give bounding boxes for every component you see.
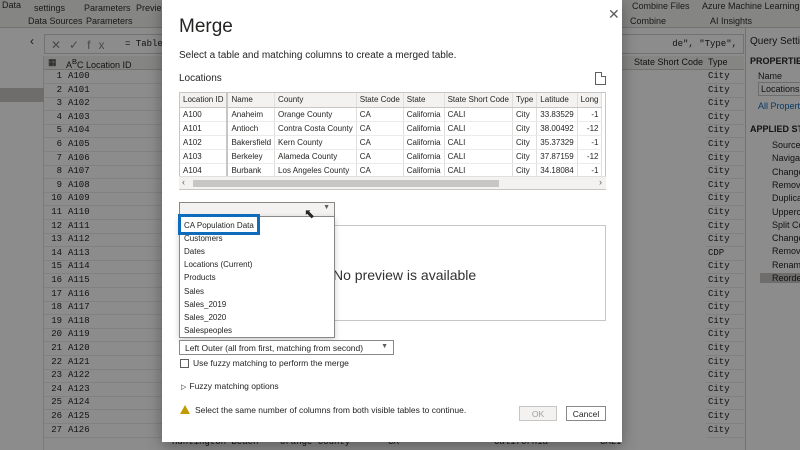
table-row: A104 Burbank Los Angeles County CA Californi… — [180, 163, 603, 178]
cell: CA — [356, 121, 404, 136]
cell: City — [512, 121, 538, 136]
column-header[interactable]: Latitude — [536, 93, 578, 108]
cell: Kern County — [274, 135, 357, 150]
cell: CALI — [444, 121, 513, 136]
column-header[interactable]: State — [403, 93, 445, 108]
cell: California — [403, 121, 445, 136]
dropdown-option[interactable]: Sales — [184, 287, 204, 296]
chevron-down-icon[interactable]: ▼ — [381, 343, 388, 350]
cell: CALI — [444, 107, 513, 122]
cell: CALI — [444, 149, 513, 164]
fuzzy-matching-label[interactable]: Use fuzzy matching to perform the merge — [193, 358, 349, 368]
cell: 37.87159 — [536, 149, 578, 164]
cell: -1 — [577, 163, 603, 178]
cell: -12 — [577, 121, 603, 136]
table-row: A103 Berkeley Alameda County CA California CA… — [180, 149, 603, 164]
cell: City — [512, 107, 538, 122]
cell: Contra Costa County — [274, 121, 357, 136]
cell: A102 — [180, 135, 229, 150]
column-header[interactable]: County — [274, 93, 357, 108]
cell: California — [403, 107, 445, 122]
cell: Orange County — [274, 107, 357, 122]
dropdown-option[interactable]: Sales_2019 — [184, 300, 226, 309]
cell: A103 — [180, 149, 229, 164]
cell: CALI — [444, 135, 513, 150]
document-icon[interactable] — [595, 72, 606, 85]
fuzzy-options-toggle[interactable]: ▷ Fuzzy matching options — [181, 381, 279, 391]
close-icon[interactable]: ✕ — [608, 6, 620, 23]
cell: CA — [356, 163, 404, 178]
cell: California — [403, 163, 445, 178]
cell: 38.00492 — [536, 121, 578, 136]
scroll-left-icon[interactable]: ‹ — [182, 177, 185, 187]
ok-button[interactable]: OK — [519, 406, 557, 421]
cell: CA — [356, 107, 404, 122]
cell: Los Angeles County — [274, 163, 357, 178]
cell: Burbank — [227, 163, 276, 178]
fuzzy-options-label[interactable]: Fuzzy matching options — [189, 381, 278, 391]
cancel-button[interactable]: Cancel — [566, 406, 606, 421]
scroll-thumb[interactable] — [193, 180, 499, 187]
column-header[interactable]: Name — [227, 93, 276, 108]
cell: Alameda County — [274, 149, 357, 164]
cell: A100 — [180, 107, 229, 122]
table-row: A102 Bakersfield Kern County CA California CA… — [180, 135, 603, 150]
dropdown-option[interactable]: Customers — [184, 234, 223, 243]
cell: City — [512, 149, 538, 164]
first-table-name: Locations — [179, 73, 222, 84]
dropdown-option[interactable]: Locations (Current) — [184, 260, 252, 269]
cell: CA — [356, 149, 404, 164]
column-header[interactable]: Type — [512, 93, 538, 108]
dialog-subtitle: Select a table and matching columns to c… — [179, 50, 457, 61]
cell: Berkeley — [227, 149, 276, 164]
highlighted-option-frame — [178, 214, 260, 235]
cell: A104 — [180, 163, 229, 178]
scroll-right-icon[interactable]: › — [599, 177, 602, 187]
cell: 35.37329 — [536, 135, 578, 150]
cell: CA — [356, 135, 404, 150]
cell: City — [512, 135, 538, 150]
table-row: A101 Antioch Contra Costa County CA Californ… — [180, 121, 603, 136]
column-header[interactable]: State Code — [356, 93, 404, 108]
table-row: A100 Anaheim Orange County CA California CALI… — [180, 107, 603, 122]
warning-icon — [180, 405, 190, 414]
cell: Antioch — [227, 121, 276, 136]
cell: -12 — [577, 149, 603, 164]
mouse-cursor-icon: ⬉ — [304, 206, 315, 221]
warning-text: Select the same number of columns from b… — [195, 405, 467, 415]
cell: California — [403, 135, 445, 150]
cell: Anaheim — [227, 107, 276, 122]
no-preview-text: No preview is available — [333, 267, 477, 283]
horizontal-scrollbar[interactable]: ‹ › — [179, 176, 606, 189]
join-kind-value: Left Outer (all from first, matching fro… — [185, 343, 364, 353]
chevron-down-icon[interactable]: ▼ — [323, 204, 330, 211]
cell: -1 — [577, 135, 603, 150]
join-kind-select[interactable]: Left Outer (all from first, matching fro… — [179, 340, 394, 355]
dropdown-option[interactable]: Dates — [184, 247, 205, 256]
dropdown-option[interactable]: Products — [184, 273, 216, 282]
cell: -1 — [577, 107, 603, 122]
column-header[interactable]: Location ID — [180, 93, 229, 108]
cell: CALI — [444, 163, 513, 178]
column-header[interactable]: State Short Code — [444, 93, 513, 108]
cell: 33.83529 — [536, 107, 578, 122]
cell: A101 — [180, 121, 229, 136]
column-header[interactable]: Long — [577, 93, 603, 108]
cell: 34.18084 — [536, 163, 578, 178]
dropdown-option[interactable]: Salespeoples — [184, 326, 232, 335]
cell: Bakersfield — [227, 135, 276, 150]
chevron-right-icon[interactable]: ▷ — [181, 384, 186, 391]
cell: City — [512, 163, 538, 178]
cell: California — [403, 149, 445, 164]
dropdown-option[interactable]: Sales_2020 — [184, 313, 226, 322]
fuzzy-matching-checkbox[interactable] — [180, 359, 189, 368]
dialog-title: Merge — [179, 16, 233, 37]
